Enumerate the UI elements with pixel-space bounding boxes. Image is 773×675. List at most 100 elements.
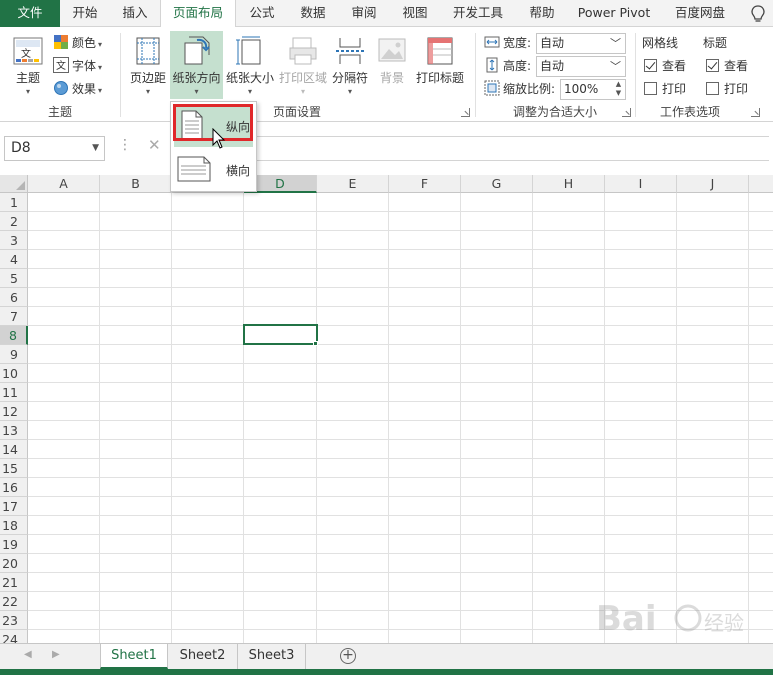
worksheet-grid[interactable]: A B C D E F G H I J 12345678910111213141… (0, 175, 773, 643)
tab-developer[interactable]: 开发工具 (440, 0, 516, 27)
row-header-8[interactable]: 8 (0, 326, 28, 345)
row-header-1[interactable]: 1 (0, 193, 28, 212)
colors-button[interactable]: 颜色 ▾ (53, 33, 102, 53)
sheet-options-launcher-icon[interactable] (751, 108, 760, 117)
column-gridline (748, 193, 749, 643)
column-header-a[interactable]: A (28, 175, 100, 193)
tab-formulas[interactable]: 公式 (236, 0, 288, 27)
row-header-15[interactable]: 15 (0, 459, 28, 478)
column-header-i[interactable]: I (605, 175, 677, 193)
chevron-down-icon: ▾ (347, 87, 353, 96)
tab-view[interactable]: 视图 (390, 0, 440, 27)
column-gridline (676, 193, 677, 643)
group-label-sheet-options: 工作表选项 (659, 105, 720, 119)
row-gridline (28, 572, 773, 573)
headings-print-checkbox[interactable]: 打印 (706, 79, 748, 99)
width-select[interactable]: 自动 ﹀ (536, 33, 626, 54)
add-sheet-icon[interactable]: + (340, 648, 356, 664)
row-gridline (28, 477, 773, 478)
column-header-h[interactable]: H (533, 175, 605, 193)
row-gridline (28, 363, 773, 364)
row-header-11[interactable]: 11 (0, 383, 28, 402)
background-button[interactable]: 背景 (372, 31, 412, 99)
orientation-icon (184, 36, 210, 65)
tab-file[interactable]: 文件 (0, 0, 60, 27)
tab-page-layout[interactable]: 页面布局 (160, 0, 236, 28)
tab-insert[interactable]: 插入 (110, 0, 160, 27)
breaks-button[interactable]: 分隔符 ▾ (330, 31, 370, 99)
fonts-button[interactable]: 文 字体 ▾ (53, 56, 102, 76)
active-cell-d8[interactable] (243, 324, 318, 345)
row-header-4[interactable]: 4 (0, 250, 28, 269)
excel-window: 文件 开始 插入 页面布局 公式 数据 审阅 视图 开发工具 帮助 Power … (0, 0, 773, 675)
lightbulb-icon[interactable] (749, 4, 767, 24)
orientation-button[interactable]: 纸张方向 ▾ (170, 31, 223, 99)
themes-button[interactable]: 文 主题 ▾ (6, 31, 50, 99)
row-header-23[interactable]: 23 (0, 611, 28, 630)
row-header-12[interactable]: 12 (0, 402, 28, 421)
tab-data[interactable]: 数据 (288, 0, 338, 27)
print-titles-icon (427, 37, 453, 65)
gridlines-print-checkbox[interactable]: 打印 (644, 79, 686, 99)
row-header-22[interactable]: 22 (0, 592, 28, 611)
row-header-21[interactable]: 21 (0, 573, 28, 592)
row-header-2[interactable]: 2 (0, 212, 28, 231)
row-header-10[interactable]: 10 (0, 364, 28, 383)
width-arrows-icon (484, 36, 500, 48)
more-options-icon[interactable]: ⋮ (118, 137, 132, 153)
paper-size-icon (236, 36, 261, 65)
cancel-icon[interactable]: ✕ (148, 136, 161, 154)
scale-launcher-icon[interactable] (622, 108, 631, 117)
sheet-tab-sheet1[interactable]: Sheet1 (100, 644, 168, 669)
name-box[interactable]: D8 ▼ (4, 136, 105, 161)
row-header-20[interactable]: 20 (0, 554, 28, 573)
scale-spinner[interactable]: 100% ▲ ▼ (560, 79, 626, 100)
formula-input[interactable] (170, 136, 769, 161)
column-header-e[interactable]: E (317, 175, 389, 193)
fill-handle[interactable] (313, 341, 318, 346)
column-header-j[interactable]: J (677, 175, 749, 193)
row-header-6[interactable]: 6 (0, 288, 28, 307)
spinner-arrows-icon[interactable]: ▲ ▼ (612, 80, 625, 99)
row-gridline (28, 439, 773, 440)
page-setup-launcher-icon[interactable] (461, 108, 470, 117)
column-header-b[interactable]: B (100, 175, 172, 193)
tab-power-pivot[interactable]: Power Pivot (568, 0, 660, 27)
row-header-7[interactable]: 7 (0, 307, 28, 326)
scroll-left-icon[interactable]: ◀ (24, 649, 32, 660)
row-header-19[interactable]: 19 (0, 535, 28, 554)
tab-help[interactable]: 帮助 (516, 0, 568, 27)
sheet-tab-sheet3[interactable]: Sheet3 (238, 644, 306, 669)
row-header-17[interactable]: 17 (0, 497, 28, 516)
chevron-down-icon[interactable]: ▼ (92, 137, 99, 160)
select-all-corner[interactable] (0, 175, 28, 193)
gridlines-print-label: 打印 (662, 82, 687, 96)
tab-review[interactable]: 审阅 (338, 0, 390, 27)
row-header-18[interactable]: 18 (0, 516, 28, 535)
tab-home[interactable]: 开始 (60, 0, 110, 27)
row-header-24[interactable]: 24 (0, 630, 28, 643)
print-area-button[interactable]: 打印区域 ▾ (276, 31, 330, 99)
menu-item-landscape[interactable]: 横向 (174, 149, 253, 191)
height-select[interactable]: 自动 ﹀ (536, 56, 626, 77)
column-header-k[interactable] (749, 175, 773, 193)
effects-button[interactable]: 效果 ▾ (53, 79, 102, 99)
sheet-tab-sheet2[interactable]: Sheet2 (168, 644, 238, 669)
row-gridline (28, 496, 773, 497)
scroll-right-icon[interactable]: ▶ (52, 649, 60, 660)
gridlines-view-checkbox[interactable]: 查看 (644, 56, 686, 76)
row-header-16[interactable]: 16 (0, 478, 28, 497)
row-header-9[interactable]: 9 (0, 345, 28, 364)
margins-button[interactable]: 页边距 ▾ (126, 31, 170, 99)
column-header-f[interactable]: F (389, 175, 461, 193)
headings-view-checkbox[interactable]: 查看 (706, 56, 748, 76)
row-header-3[interactable]: 3 (0, 231, 28, 250)
ribbon: 文 主题 ▾ 颜色 ▾ 文 字体 ▾ 效果 ▾ 主题 页边距 ▾ 纸张方向 ▾ … (0, 27, 773, 122)
row-header-13[interactable]: 13 (0, 421, 28, 440)
row-header-14[interactable]: 14 (0, 440, 28, 459)
print-titles-button[interactable]: 打印标题 (412, 31, 468, 99)
row-header-5[interactable]: 5 (0, 269, 28, 288)
size-button[interactable]: 纸张大小 ▾ (224, 31, 276, 99)
column-header-g[interactable]: G (461, 175, 533, 193)
tab-baidu-netdisk[interactable]: 百度网盘 (660, 0, 740, 27)
